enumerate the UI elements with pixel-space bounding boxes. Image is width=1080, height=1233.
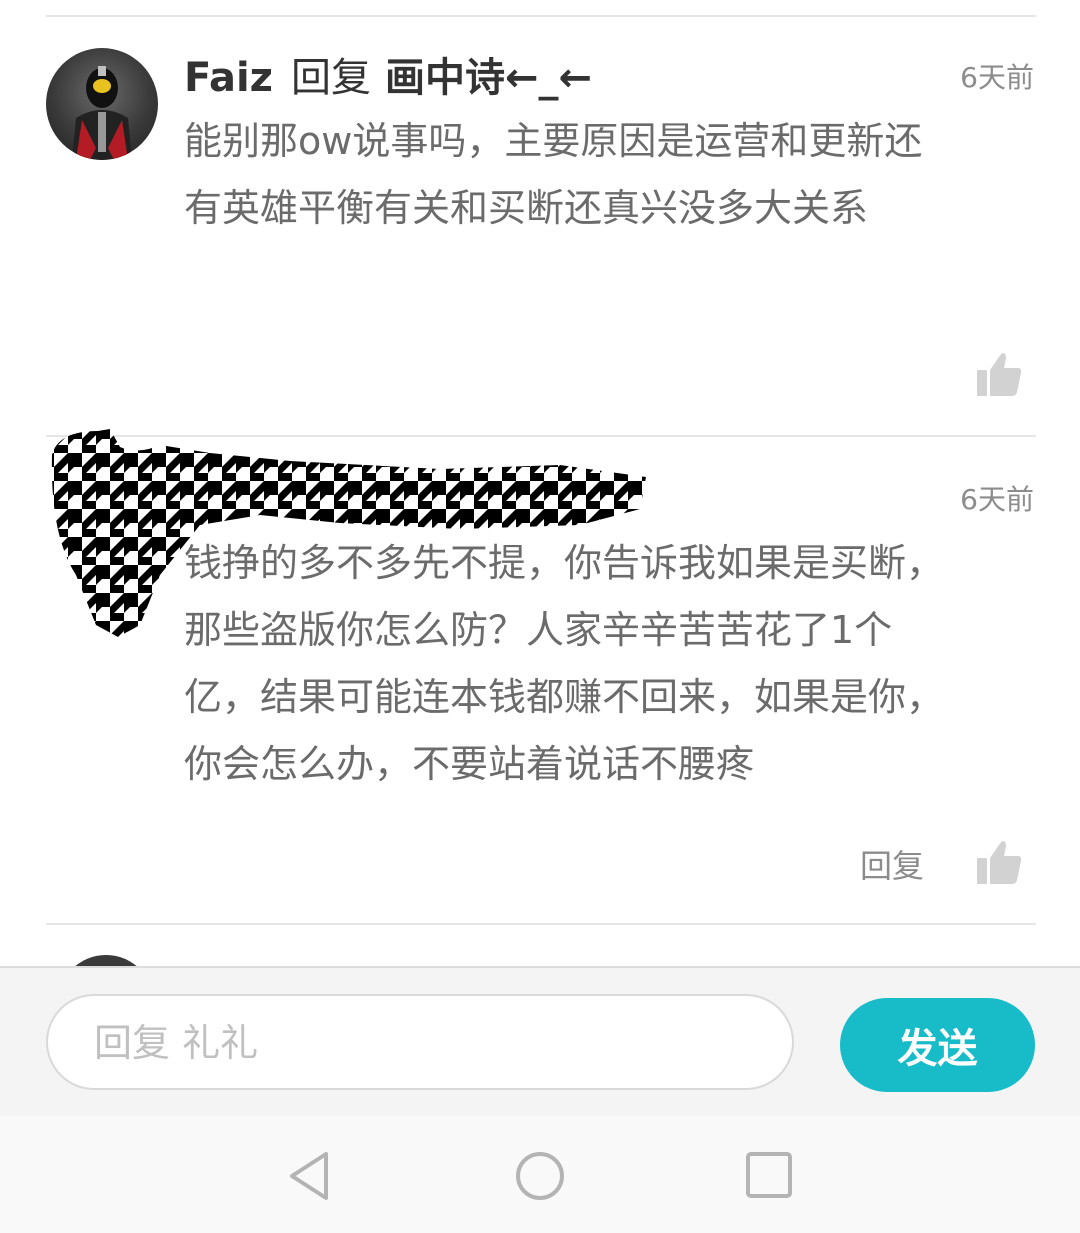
reply-link[interactable]: 回复 [860,846,924,886]
nav-recents-button[interactable] [742,1146,798,1202]
comment-text-line: 亿，结果可能连本钱都赚不回来，如果是你， [184,675,945,719]
comment-text-line: 能别那ow说事吗，主要原因是运营和更新还 [184,119,923,163]
reply-input-container[interactable] [46,994,794,1090]
comment-text: 能别那ow说事吗，主要原因是运营和更新还 有英雄平衡有关和买断还真兴没多大关系 [184,108,922,242]
comment-time: 6天前 [960,61,1034,94]
comment-header: Faiz 回复 画中诗←_← [184,52,592,104]
comment-text-line: 有英雄平衡有关和买断还真兴没多大关系 [184,186,869,230]
comment-time: 6天前 [960,483,1034,516]
reply-input[interactable] [92,1010,756,1076]
like-button[interactable] [975,350,1023,398]
username[interactable]: Faiz [184,55,273,101]
thumbs-up-icon [977,841,1022,884]
comment-text: 钱挣的多不多先不提，你告诉我如果是买断， 那些盗版你怎么防？人家辛辛苦苦花了1个… [184,530,944,798]
reply-target-username[interactable]: 画中诗←_← [385,55,592,101]
home-circle-icon [516,1152,564,1200]
nav-home-button[interactable] [512,1146,568,1202]
back-triangle-icon [290,1152,328,1200]
thumbs-up-icon [977,353,1022,396]
comment-text-line: 钱挣的多不多先不提，你告诉我如果是买断， [184,541,945,585]
reply-composer: 发送 [0,966,1080,1116]
divider [46,923,1036,925]
avatar-image [72,66,132,160]
system-nav-bar [0,1116,1080,1233]
recents-square-icon [746,1152,792,1198]
reply-indicator: 回复 [290,55,371,101]
avatar[interactable] [46,48,158,160]
comment-text-line: 你会怎么办，不要站着说话不腰疼 [184,742,755,786]
nav-back-button[interactable] [282,1146,338,1202]
send-button[interactable]: 发送 [840,998,1035,1092]
like-button[interactable] [975,838,1023,886]
divider [46,15,1036,17]
comment-feed: Faiz 回复 画中诗←_← 6天前 能别那ow说事吗，主要原因是运营和更新还 有英… [0,0,1080,966]
avatar[interactable] [58,955,154,966]
comment-text-line: 那些盗版你怎么防？人家辛辛苦苦花了1个 [184,608,893,652]
